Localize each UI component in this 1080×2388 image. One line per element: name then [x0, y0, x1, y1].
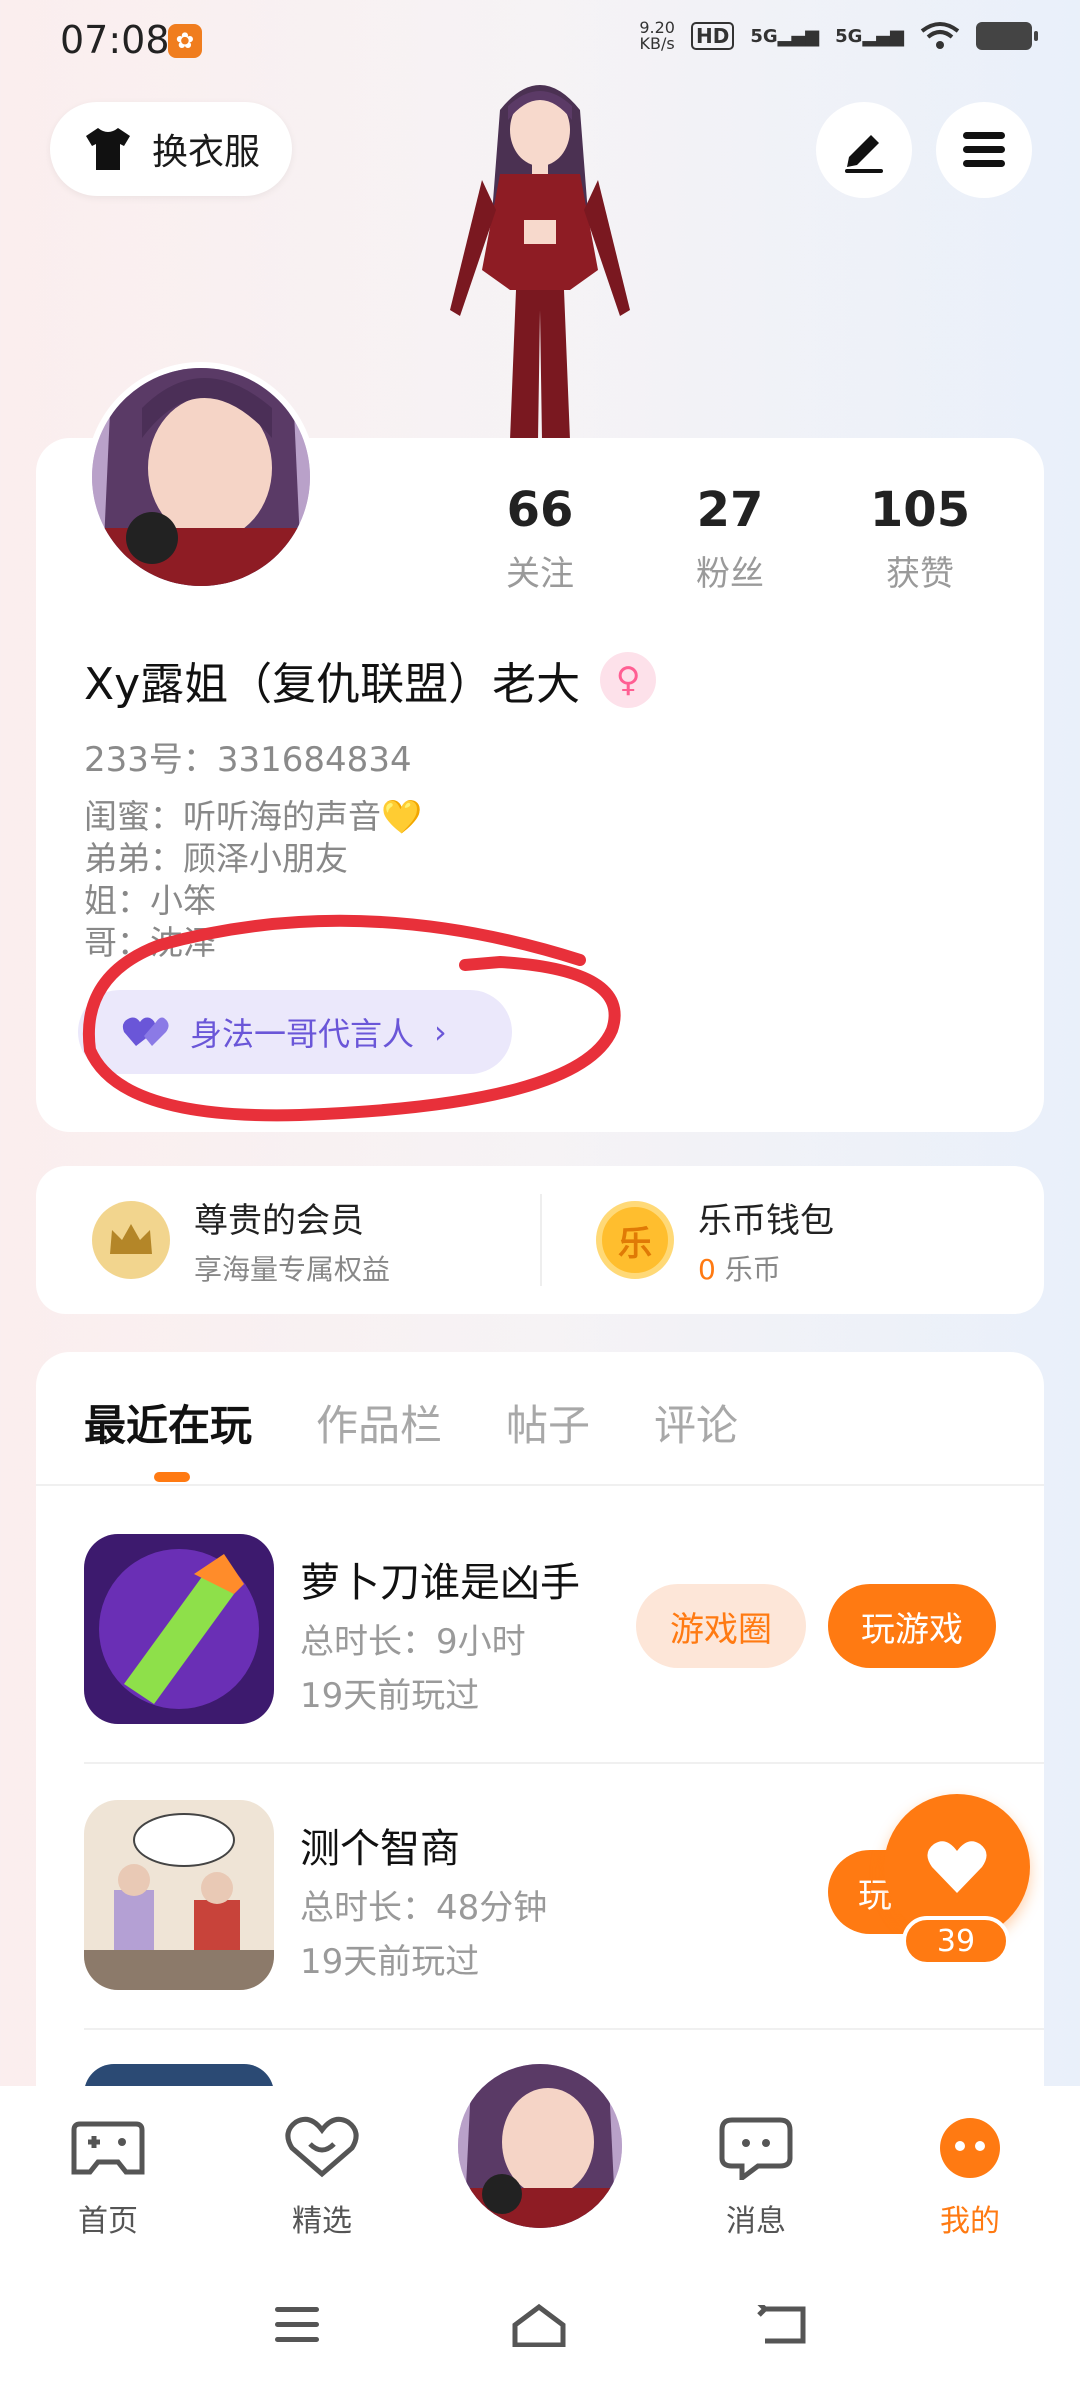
game-title: 萝卜刀谁是凶手 — [300, 1560, 580, 1606]
pen-icon — [845, 135, 883, 173]
divider — [84, 2028, 1044, 2030]
menu-button[interactable] — [936, 102, 1032, 198]
avatar[interactable] — [86, 362, 316, 592]
divider — [36, 1484, 1044, 1486]
wifi-icon — [920, 22, 960, 49]
vip-subtitle: 享海量专属权益 — [194, 1252, 391, 1286]
wallet-balance: 0 乐币 — [698, 1252, 781, 1286]
face-icon — [940, 2118, 1000, 2178]
nav-messages[interactable]: 消息 — [686, 2116, 826, 2240]
tab-recent[interactable]: 最近在玩 — [84, 1392, 252, 1453]
game-duration: 总时长：9小时 — [300, 1622, 526, 1662]
bio: 闺蜜：听听海的声音💛 弟弟：顾泽小朋友 姐：小笨 哥：沈泽 — [84, 796, 422, 964]
nav-avatar[interactable] — [454, 2060, 626, 2232]
game-circle-button[interactable]: 游戏圈 — [636, 1584, 806, 1668]
home-icon[interactable] — [511, 2303, 567, 2347]
bio-line: 哥：沈泽 — [84, 923, 216, 962]
edit-profile-button[interactable] — [816, 102, 912, 198]
character-avatar-3d[interactable] — [420, 70, 660, 440]
change-outfit-button[interactable]: 换衣服 — [50, 102, 292, 196]
list-item[interactable]: 萝卜刀谁是凶手 总时长：9小时 19天前玩过 游戏圈 玩游戏 — [84, 1534, 1044, 1724]
tab-works[interactable]: 作品栏 — [316, 1392, 442, 1453]
divider — [540, 1194, 542, 1286]
vip-title: 尊贵的会员 — [194, 1200, 364, 1241]
signal-icon-2: 5G▂▄▆ — [835, 25, 904, 47]
tab-indicator — [154, 1472, 190, 1482]
bio-line: 弟弟：顾泽小朋友 — [84, 839, 348, 878]
coin-icon: 乐 — [596, 1201, 674, 1279]
game-icon — [84, 1534, 274, 1724]
recent-apps-icon[interactable] — [273, 2305, 321, 2345]
tab-posts[interactable]: 帖子 — [506, 1392, 590, 1453]
app-notification-icon: ✿ — [168, 24, 202, 58]
hamburger-icon — [963, 132, 1005, 167]
nav-me[interactable]: 我的 — [900, 2116, 1040, 2240]
back-icon[interactable] — [757, 2305, 807, 2345]
net-speed: 9.20 KB/s — [639, 18, 675, 53]
nav-featured[interactable]: 精选 — [252, 2116, 392, 2240]
wallet-entry[interactable]: 乐 乐币钱包 0 乐币 — [540, 1166, 1044, 1314]
bio-line: 闺蜜：听听海的声音💛 — [84, 797, 423, 836]
crown-icon — [92, 1201, 170, 1279]
change-outfit-label: 换衣服 — [152, 132, 261, 173]
membership-card: 尊贵的会员 享海量专属权益 乐 乐币钱包 0 乐币 — [36, 1166, 1044, 1314]
status-icons: 9.20 KB/s HD 5G▂▄▆ 5G▂▄▆ — [639, 18, 1038, 53]
tab-comments[interactable]: 评论 — [654, 1392, 738, 1453]
game-last-played: 19天前玩过 — [300, 1942, 480, 1982]
double-heart-icon — [122, 1017, 169, 1046]
bio-line: 姐：小笨 — [84, 881, 216, 920]
endorsement-label: 身法一哥代言人 — [190, 1015, 415, 1053]
endorsement-tag[interactable]: 身法一哥代言人 › — [78, 990, 512, 1074]
stat-following[interactable]: 66 关注 — [450, 482, 630, 595]
chat-bubble-icon — [719, 2117, 793, 2183]
vip-entry[interactable]: 尊贵的会员 享海量专属权益 — [36, 1166, 540, 1314]
wallet-title: 乐币钱包 — [698, 1200, 834, 1241]
status-time: 07:08 — [60, 18, 170, 62]
game-duration: 总时长：48分钟 — [300, 1888, 548, 1928]
user-id: 233号：331684834 — [84, 740, 412, 780]
system-nav-bar — [0, 2262, 1080, 2388]
nickname: Xy露姐（复仇联盟）老大 — [84, 659, 581, 710]
female-icon: ♀ — [600, 652, 657, 708]
signal-icon-1: 5G▂▄▆ — [750, 25, 820, 47]
nickname-row: Xy露姐（复仇联盟）老大 ♀ — [84, 648, 657, 712]
avatar-image — [92, 368, 310, 586]
chevron-right-icon: › — [434, 1013, 447, 1051]
game-last-played: 19天前玩过 — [300, 1676, 480, 1716]
avatar-image — [458, 2064, 622, 2228]
tab-bar: 最近在玩 作品栏 帖子 评论 — [84, 1392, 738, 1453]
like-count: 39 — [902, 1916, 1010, 1966]
stat-followers[interactable]: 27 粉丝 — [640, 482, 820, 595]
hd-icon: HD — [690, 22, 735, 50]
heart-chat-icon — [285, 2116, 359, 2178]
tshirt-icon — [86, 128, 130, 170]
play-game-button[interactable]: 玩游戏 — [828, 1584, 996, 1668]
game-title: 测个智商 — [300, 1826, 460, 1872]
nav-home[interactable]: 首页 — [38, 2116, 178, 2240]
game-icon — [84, 1800, 274, 1990]
gamepad-icon — [71, 2121, 145, 2175]
battery-icon — [976, 22, 1038, 50]
heart-icon — [927, 1841, 987, 1893]
stats-row: 66 关注 27 粉丝 105 获赞 — [450, 482, 1010, 595]
stat-likes[interactable]: 105 获赞 — [830, 482, 1010, 595]
divider — [84, 1762, 1044, 1764]
